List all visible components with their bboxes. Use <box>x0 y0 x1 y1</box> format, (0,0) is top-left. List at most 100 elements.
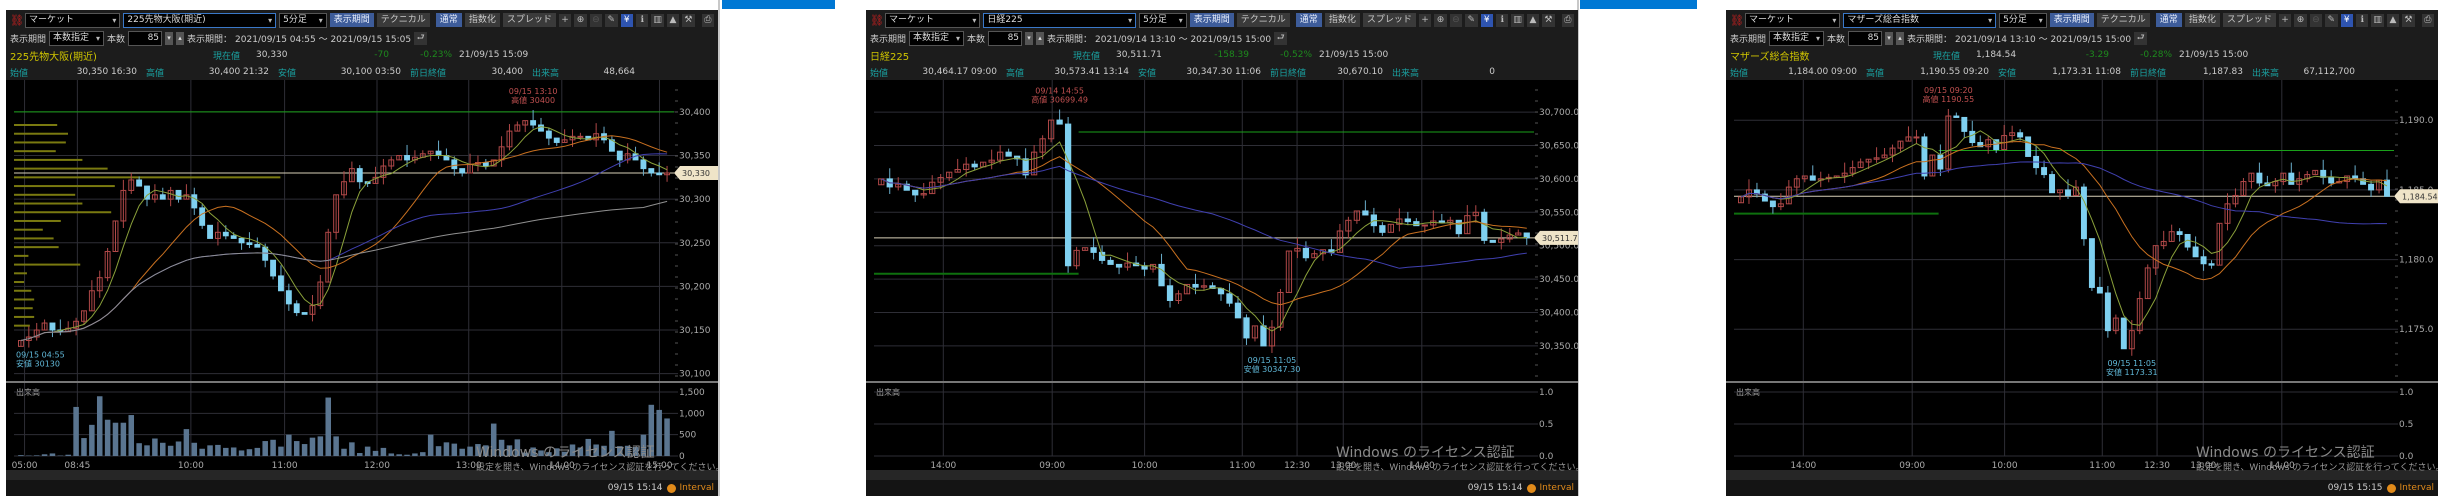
candle-down <box>1379 225 1386 233</box>
candle-down <box>1056 119 1063 125</box>
volume-axis-label: 1.0 <box>2399 388 2414 398</box>
zoom-out-icon[interactable]: ⊖ <box>2309 13 2323 27</box>
high-annotation-time: 09/15 09:20 <box>1924 86 1973 95</box>
wrench-icon[interactable]: ⚒ <box>682 13 695 27</box>
print-icon[interactable]: ⎙ <box>1561 13 1575 27</box>
volume-bar <box>207 445 213 456</box>
range-label: 表示期間： <box>1047 34 1093 45</box>
count-input[interactable]: 85 <box>1848 30 1883 46</box>
candlestick-chart[interactable]: 30,700.030,650.030,600.030,550.030,500.0… <box>866 80 1578 472</box>
status-mode: Interval <box>2399 483 2434 493</box>
symbol-select[interactable]: 225先物大阪(期近) <box>123 12 277 28</box>
info-icon[interactable]: ℹ <box>1495 13 1509 27</box>
print-icon[interactable]: ⎙ <box>2421 13 2435 27</box>
technical-button[interactable]: テクニカル <box>376 13 430 27</box>
count-increment-icon[interactable]: ▴ <box>1896 31 1905 45</box>
area-chart-icon[interactable]: ▲ <box>1526 13 1540 27</box>
candle-settings-icon[interactable]: ▥ <box>651 13 664 27</box>
count-decrement-icon[interactable]: ▾ <box>165 31 174 45</box>
wrench-icon[interactable]: ⚒ <box>2402 13 2415 27</box>
link-icon[interactable]: ⛓ <box>10 14 24 27</box>
count-input[interactable]: 85 <box>128 30 163 46</box>
count-input[interactable]: 85 <box>988 30 1023 46</box>
period-mode-select[interactable]: 本数指定 <box>49 30 105 46</box>
yen-icon[interactable]: ¥ <box>620 13 633 27</box>
range-label: 表示期間： <box>1907 34 1953 45</box>
period-button[interactable]: 表示期間 <box>1189 13 1234 27</box>
pencil-icon[interactable]: ✎ <box>1465 13 1478 27</box>
link-icon[interactable]: ⛓ <box>1730 14 1744 27</box>
count-increment-icon[interactable]: ▴ <box>1036 31 1045 45</box>
normal-mode-button[interactable]: 通常 <box>1295 13 1322 27</box>
refresh-icon[interactable]: ⮐ <box>414 31 428 45</box>
volume-label: 出来高 <box>1392 68 1420 79</box>
zoom-in-icon[interactable]: ⊕ <box>574 13 587 27</box>
refresh-icon[interactable]: ⮐ <box>2134 31 2148 45</box>
volume-bar <box>278 446 284 456</box>
interval-select[interactable]: 5分足 <box>1139 12 1187 28</box>
crosshair-icon[interactable]: + <box>558 13 572 27</box>
index-mode-button[interactable]: 指数化 <box>1324 13 1360 27</box>
wrench-icon[interactable]: ⚒ <box>1542 13 1555 27</box>
market-select[interactable]: マーケット <box>25 12 121 28</box>
zoom-in-icon[interactable]: ⊕ <box>1434 13 1447 27</box>
normal-mode-button[interactable]: 通常 <box>2155 13 2182 27</box>
info-icon[interactable]: ℹ <box>635 13 649 27</box>
link-icon[interactable]: ⛓ <box>870 14 884 27</box>
spread-mode-button[interactable]: スプレッド <box>2222 13 2276 27</box>
yen-icon[interactable]: ¥ <box>2340 13 2353 27</box>
candle-settings-icon[interactable]: ▥ <box>2371 13 2384 27</box>
market-select[interactable]: マーケット <box>885 12 981 28</box>
zoom-out-icon[interactable]: ⊖ <box>1449 13 1463 27</box>
info-icon[interactable]: ℹ <box>2355 13 2369 27</box>
yen-icon[interactable]: ¥ <box>1480 13 1493 27</box>
pencil-icon[interactable]: ✎ <box>2325 13 2338 27</box>
candle-up <box>1421 224 1428 227</box>
candle-down <box>1362 210 1369 216</box>
count-increment-icon[interactable]: ▴ <box>176 31 185 45</box>
candle-settings-icon[interactable]: ▥ <box>1511 13 1524 27</box>
high-annotation-label: 高値 30699.49 <box>1031 94 1088 104</box>
period-button[interactable]: 表示期間 <box>329 13 374 27</box>
zoom-out-icon[interactable]: ⊖ <box>589 13 603 27</box>
volume-bar <box>89 424 95 456</box>
count-decrement-icon[interactable]: ▾ <box>1885 31 1894 45</box>
period-button[interactable]: 表示期間 <box>2049 13 2094 27</box>
spread-mode-button[interactable]: スプレッド <box>502 13 556 27</box>
interval-select[interactable]: 5分足 <box>279 12 327 28</box>
candlestick-chart[interactable]: 30,400 30,350 30,300 30,250 30,200 30,150 30,1… <box>6 80 718 472</box>
ohlc-row: 始値 30,350 16:30 高値 30,400 21:32 安値 30,10… <box>10 65 714 79</box>
symbol-select[interactable]: 日経225 <box>983 12 1137 28</box>
symbol-select[interactable]: マザーズ総合指数 <box>1843 12 1997 28</box>
technical-button[interactable]: テクニカル <box>1236 13 1290 27</box>
refresh-icon[interactable]: ⮐ <box>1274 31 1288 45</box>
count-decrement-icon[interactable]: ▾ <box>1025 31 1034 45</box>
volume-profile-bar <box>14 324 30 327</box>
ma-short-line <box>880 141 1527 332</box>
interval-select[interactable]: 5分足 <box>1999 12 2047 28</box>
area-chart-icon[interactable]: ▲ <box>666 13 680 27</box>
candle-down <box>1107 259 1114 265</box>
spread-mode-button[interactable]: スプレッド <box>1362 13 1416 27</box>
period-mode-select[interactable]: 本数指定 <box>909 30 965 46</box>
period-mode-select[interactable]: 本数指定 <box>1769 30 1825 46</box>
index-mode-button[interactable]: 指数化 <box>464 13 500 27</box>
price-axis-label: 1,180.0 <box>2399 256 2434 266</box>
area-chart-icon[interactable]: ▲ <box>2386 13 2400 27</box>
volume-axis-label: 500 <box>679 431 696 441</box>
market-select[interactable]: マーケット <box>1745 12 1841 28</box>
candlestick-chart[interactable]: 1,190.01,185.01,180.01,175.014:0009:0010… <box>1726 80 2438 472</box>
crosshair-icon[interactable]: + <box>2278 13 2292 27</box>
volume-axis-label: 0.5 <box>1539 420 1553 430</box>
normal-mode-button[interactable]: 通常 <box>435 13 462 27</box>
pencil-icon[interactable]: ✎ <box>605 13 618 27</box>
crosshair-icon[interactable]: + <box>1418 13 1432 27</box>
candle-down <box>2328 176 2335 184</box>
index-mode-button[interactable]: 指数化 <box>2184 13 2220 27</box>
technical-button[interactable]: テクニカル <box>2096 13 2150 27</box>
current-price-label: 30,330 <box>682 169 710 178</box>
zoom-in-icon[interactable]: ⊕ <box>2294 13 2307 27</box>
activation-watermark-title: Windows のライセンス認証 <box>2196 445 2375 461</box>
volume-profile-bar <box>14 263 81 266</box>
print-icon[interactable]: ⎙ <box>701 13 715 27</box>
